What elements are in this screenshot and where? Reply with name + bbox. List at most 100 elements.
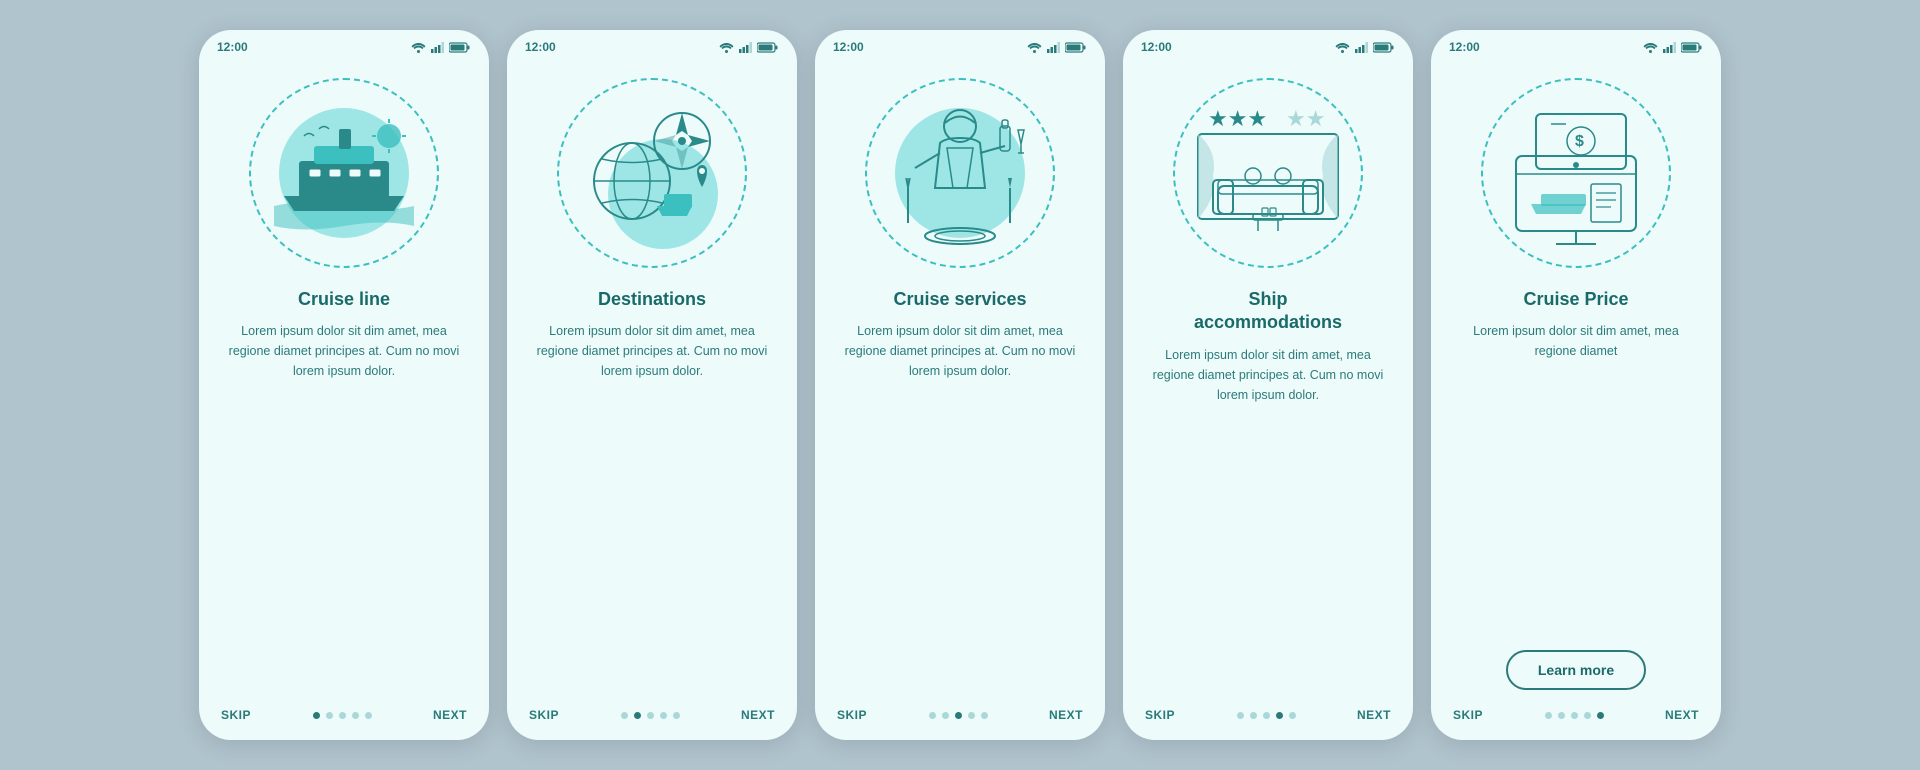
dot-inactive (1584, 712, 1591, 719)
status-time: 12:00 (525, 40, 556, 54)
wifi-icon (1643, 42, 1658, 53)
dot-active (634, 712, 641, 719)
dot-inactive (981, 712, 988, 719)
illustration-area (850, 68, 1070, 278)
bottom-nav: SKIP NEXT (1431, 698, 1721, 740)
dot-inactive (1558, 712, 1565, 719)
screen-title: Destinations (529, 288, 775, 311)
signal-icon (1047, 42, 1060, 53)
content-area: Cruise Price Lorem ipsum dolor sit dim am… (1431, 278, 1721, 698)
status-icons (1335, 42, 1395, 53)
cruise-services-icon (880, 88, 1040, 258)
illustration-area (542, 68, 762, 278)
bottom-nav: SKIP NEXT (199, 698, 489, 740)
skip-button[interactable]: SKIP (1145, 708, 1175, 722)
illustration-area (234, 68, 454, 278)
next-button[interactable]: NEXT (741, 708, 775, 722)
next-button[interactable]: NEXT (433, 708, 467, 722)
status-icons (1027, 42, 1087, 53)
illustration-area: ★★★ ★★ (1158, 68, 1378, 278)
dot-inactive (339, 712, 346, 719)
dot-inactive (365, 712, 372, 719)
illustration-area: $ (1466, 68, 1686, 278)
svg-text:★★: ★★ (1286, 106, 1325, 131)
dot-active (955, 712, 962, 719)
pagination-dots (1237, 712, 1296, 719)
phone-1: 12:00 (199, 30, 489, 740)
pagination-dots (621, 712, 680, 719)
learn-more-button[interactable]: Learn more (1506, 650, 1646, 690)
dot-active (1597, 712, 1604, 719)
accommodations-icon: ★★★ ★★ (1188, 96, 1348, 251)
status-time: 12:00 (1141, 40, 1172, 54)
dot-inactive (929, 712, 936, 719)
signal-icon (739, 42, 752, 53)
cruise-price-icon: $ (1496, 96, 1656, 251)
status-bar: 12:00 (199, 30, 489, 58)
status-bar: 12:00 (815, 30, 1105, 58)
wifi-icon (411, 42, 426, 53)
next-button[interactable]: NEXT (1665, 708, 1699, 722)
dot-inactive (1571, 712, 1578, 719)
content-area: Destinations Lorem ipsum dolor sit dim am… (507, 278, 797, 698)
phone-2: 12:00 (507, 30, 797, 740)
dot-inactive (1237, 712, 1244, 719)
destinations-illustration (572, 91, 732, 251)
skip-button[interactable]: SKIP (529, 708, 559, 722)
pagination-dots (929, 712, 988, 719)
status-bar: 12:00 (1123, 30, 1413, 58)
dot-inactive (1250, 712, 1257, 719)
signal-icon (1355, 42, 1368, 53)
phone-4: 12:00 ★★★ ★★ (1123, 30, 1413, 740)
screen-title: Ship accommodations (1145, 288, 1391, 335)
pagination-dots (1545, 712, 1604, 719)
bottom-nav: SKIP NEXT (815, 698, 1105, 740)
screen-body: Lorem ipsum dolor sit dim amet, mea regi… (221, 321, 467, 698)
status-icons (719, 42, 779, 53)
cruise-ship-illustration (264, 91, 424, 251)
battery-icon (449, 42, 471, 53)
content-area: Cruise services Lorem ipsum dolor sit dim… (815, 278, 1105, 698)
next-button[interactable]: NEXT (1357, 708, 1391, 722)
screen-title: Cruise Price (1453, 288, 1699, 311)
skip-button[interactable]: SKIP (837, 708, 867, 722)
battery-icon (757, 42, 779, 53)
dot-active (1276, 712, 1283, 719)
content-area: Ship accommodationsLorem ipsum dolor sit… (1123, 278, 1413, 698)
screen-body: Lorem ipsum dolor sit dim amet, mea regi… (529, 321, 775, 698)
next-button[interactable]: NEXT (1049, 708, 1083, 722)
status-time: 12:00 (833, 40, 864, 54)
screen-title: Cruise line (221, 288, 467, 311)
bottom-nav: SKIP NEXT (1123, 698, 1413, 740)
dot-inactive (352, 712, 359, 719)
phone-3: 12:00 (815, 30, 1105, 740)
phone-5: 12:00 $ (1431, 30, 1721, 740)
battery-icon (1065, 42, 1087, 53)
status-icons (1643, 42, 1703, 53)
dot-inactive (1545, 712, 1552, 719)
signal-icon (1663, 42, 1676, 53)
pagination-dots (313, 712, 372, 719)
wifi-icon (1027, 42, 1042, 53)
accommodations-illustration: ★★★ ★★ (1188, 96, 1348, 246)
signal-icon (431, 42, 444, 53)
dot-inactive (326, 712, 333, 719)
cruise-services-illustration (880, 88, 1040, 253)
status-bar: 12:00 (1431, 30, 1721, 58)
screen-title: Cruise services (837, 288, 1083, 311)
phones-container: 12:00 (199, 30, 1721, 740)
screen-body: Lorem ipsum dolor sit dim amet, mea regi… (1453, 321, 1699, 640)
svg-text:★★★: ★★★ (1208, 106, 1267, 131)
dot-inactive (1289, 712, 1296, 719)
skip-button[interactable]: SKIP (1453, 708, 1483, 722)
dot-inactive (1263, 712, 1270, 719)
dot-inactive (942, 712, 949, 719)
dot-inactive (673, 712, 680, 719)
skip-button[interactable]: SKIP (221, 708, 251, 722)
status-bar: 12:00 (507, 30, 797, 58)
destinations-icon (572, 91, 732, 256)
screen-body: Lorem ipsum dolor sit dim amet, mea regi… (837, 321, 1083, 698)
dot-inactive (647, 712, 654, 719)
dot-inactive (968, 712, 975, 719)
dot-active (313, 712, 320, 719)
